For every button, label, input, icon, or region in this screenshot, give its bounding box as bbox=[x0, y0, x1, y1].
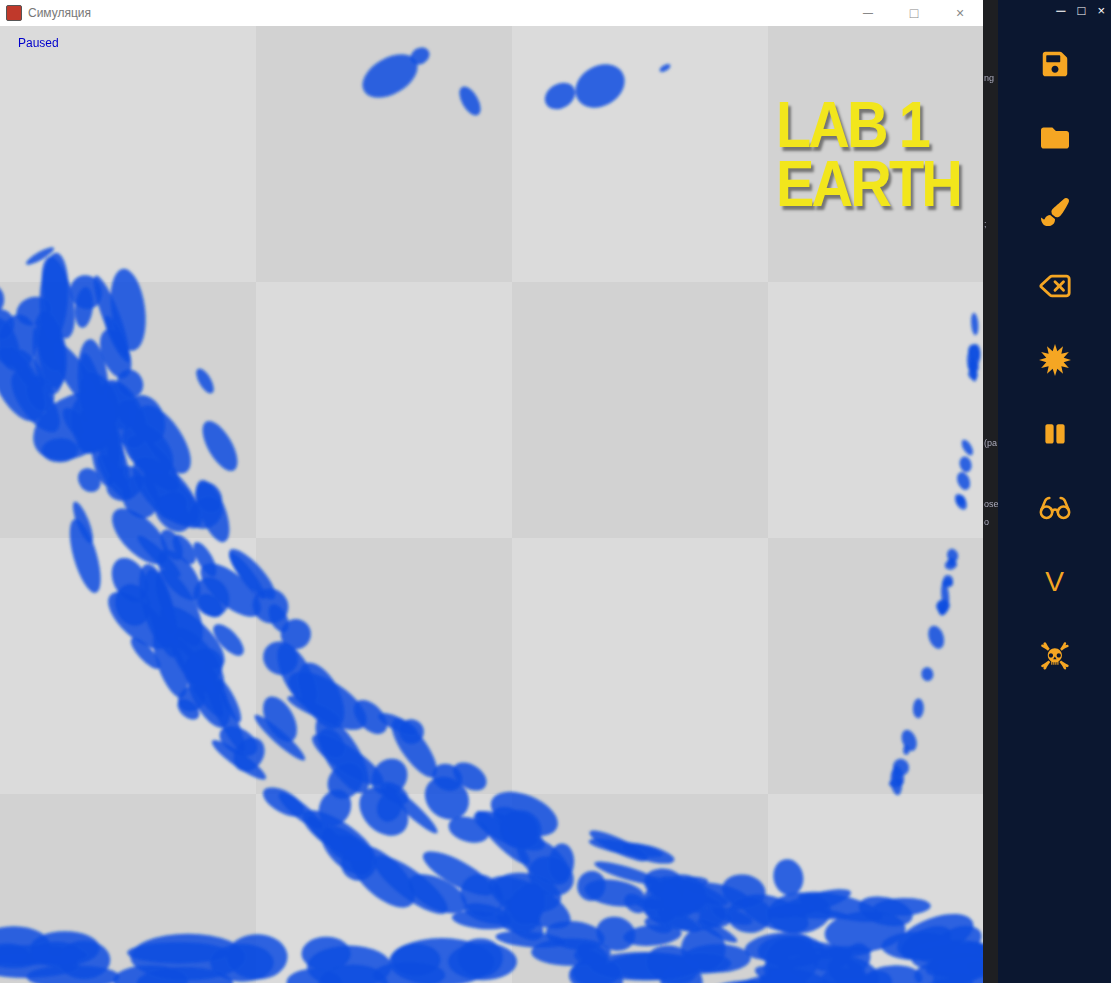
window-title: Симуляция bbox=[28, 4, 91, 22]
java-icon bbox=[6, 5, 22, 21]
window-control[interactable]: × bbox=[937, 3, 983, 24]
open-button[interactable] bbox=[1035, 118, 1075, 158]
canvas-tile bbox=[0, 26, 256, 282]
kill-button[interactable] bbox=[1035, 636, 1075, 676]
background-window-strip: ng; (pa ose o bbox=[983, 0, 998, 983]
glasses-icon bbox=[1038, 491, 1072, 525]
pause-button[interactable] bbox=[1035, 414, 1075, 454]
save-icon bbox=[1041, 50, 1069, 78]
save-button[interactable] bbox=[1035, 44, 1075, 84]
erase-button[interactable] bbox=[1035, 266, 1075, 306]
window-control[interactable]: □ bbox=[1078, 1, 1086, 21]
background-text: o bbox=[984, 516, 989, 530]
desktop: Симуляция─□×PausedLAB 1EARTHng;(paoseo─□… bbox=[0, 0, 1111, 983]
window-control[interactable]: × bbox=[1097, 1, 1105, 21]
status-text: Paused bbox=[18, 34, 59, 52]
window-control[interactable]: □ bbox=[891, 3, 937, 24]
window-control[interactable]: ─ bbox=[1056, 1, 1065, 21]
canvas-tile bbox=[768, 282, 983, 538]
toolbar: V bbox=[1035, 22, 1075, 676]
canvas-tile bbox=[512, 26, 768, 282]
background-text: ng bbox=[984, 72, 994, 86]
canvas[interactable]: Paused LAB 1EARTH bbox=[0, 26, 983, 983]
title-bar: Симуляция ─□× bbox=[0, 0, 983, 26]
view-button[interactable] bbox=[1035, 488, 1075, 528]
logo: LAB 1EARTH bbox=[776, 96, 960, 214]
background-text: ose bbox=[984, 498, 998, 512]
background-text: (pa bbox=[984, 437, 997, 451]
skull-icon bbox=[1040, 641, 1070, 671]
canvas-tile bbox=[512, 538, 768, 794]
folder-icon bbox=[1041, 124, 1069, 152]
canvas-tile bbox=[512, 282, 768, 538]
window-control[interactable]: ─ bbox=[845, 3, 891, 24]
background-text: ; bbox=[984, 218, 987, 232]
brush-icon bbox=[1041, 198, 1069, 226]
simulation-window: Симуляция ─□× Paused LAB 1EARTH bbox=[0, 0, 983, 983]
eraser-icon bbox=[1038, 269, 1072, 303]
pause-icon bbox=[1044, 423, 1066, 445]
toolbar-title-bar: ─ □ × bbox=[998, 0, 1111, 22]
explosion-icon bbox=[1039, 344, 1071, 376]
velocity-button[interactable]: V bbox=[1035, 562, 1075, 602]
explode-button[interactable] bbox=[1035, 340, 1075, 380]
toolbar-window: ─ □ × V bbox=[998, 0, 1111, 983]
canvas-tile bbox=[256, 282, 512, 538]
brush-button[interactable] bbox=[1035, 192, 1075, 232]
